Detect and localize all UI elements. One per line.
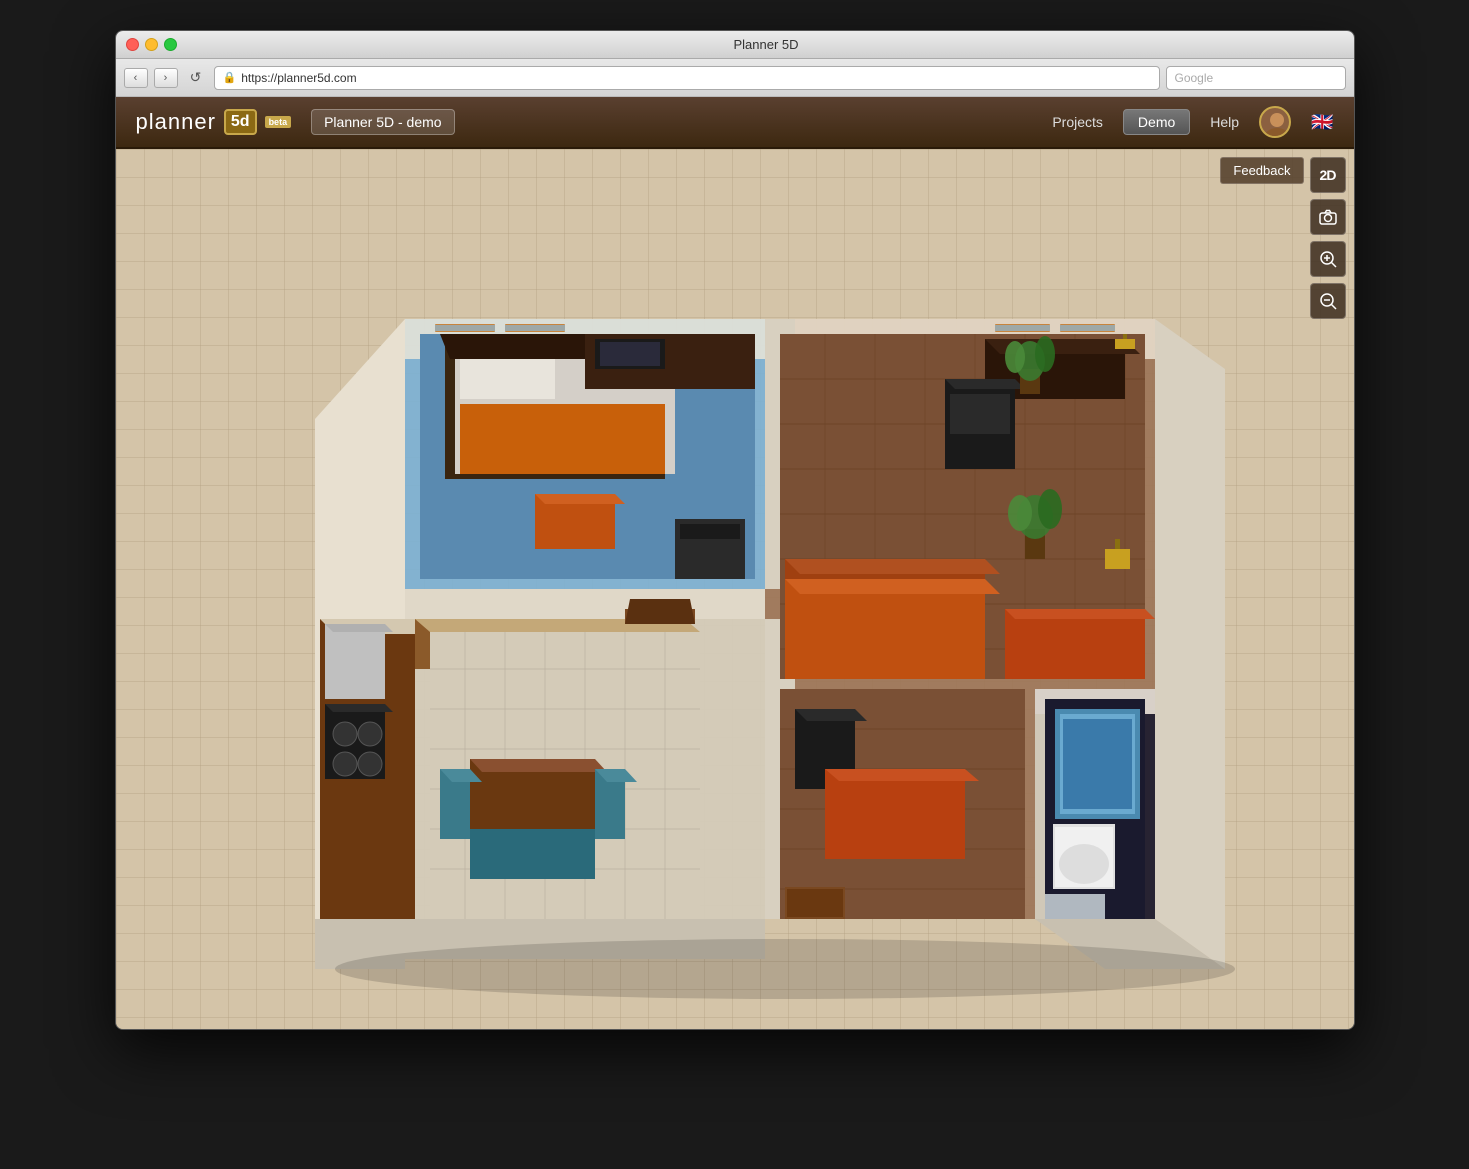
user-avatar[interactable] — [1259, 106, 1291, 138]
logo-text: planner — [136, 109, 216, 135]
nav-demo[interactable]: Demo — [1123, 109, 1190, 135]
app-header: planner 5d beta Planner 5D - demo Projec… — [116, 97, 1354, 149]
back-button[interactable]: ‹ — [124, 68, 148, 88]
logo-area: planner 5d beta — [136, 109, 292, 135]
search-placeholder: Google — [1175, 71, 1214, 85]
reload-button[interactable]: ↺ — [184, 68, 208, 88]
url-text: https://planner5d.com — [241, 71, 356, 85]
feedback-button[interactable]: Feedback — [1220, 157, 1303, 184]
main-content: Feedback 2D — [116, 149, 1354, 1029]
browser-toolbar: ‹ › ↺ 🔒 https://planner5d.com Google — [116, 59, 1354, 97]
traffic-lights — [126, 38, 177, 51]
logo-5d: 5d — [224, 109, 257, 135]
close-button[interactable] — [126, 38, 139, 51]
2d-view-button[interactable]: 2D — [1310, 157, 1346, 193]
title-bar: Planner 5D — [116, 31, 1354, 59]
nav-help[interactable]: Help — [1210, 114, 1239, 130]
search-bar[interactable]: Google — [1166, 66, 1346, 90]
nav-projects[interactable]: Projects — [1052, 114, 1103, 130]
window-title: Planner 5D — [189, 37, 1344, 52]
right-toolbar: 2D — [1310, 157, 1346, 319]
zoom-in-button[interactable] — [1310, 241, 1346, 277]
maximize-button[interactable] — [164, 38, 177, 51]
header-nav: Projects Demo Help 🇬🇧 — [1052, 106, 1333, 138]
minimize-button[interactable] — [145, 38, 158, 51]
language-flag[interactable]: 🇬🇧 — [1311, 112, 1333, 133]
browser-window: Planner 5D ‹ › ↺ 🔒 https://planner5d.com… — [115, 30, 1355, 1030]
beta-badge: beta — [265, 116, 292, 128]
project-name[interactable]: Planner 5D - demo — [311, 109, 455, 135]
lock-icon: 🔒 — [223, 71, 237, 84]
floorplan-3d — [185, 159, 1285, 1019]
zoom-out-button[interactable] — [1310, 283, 1346, 319]
forward-button[interactable]: › — [154, 68, 178, 88]
camera-button[interactable] — [1310, 199, 1346, 235]
url-bar[interactable]: 🔒 https://planner5d.com — [214, 66, 1160, 90]
